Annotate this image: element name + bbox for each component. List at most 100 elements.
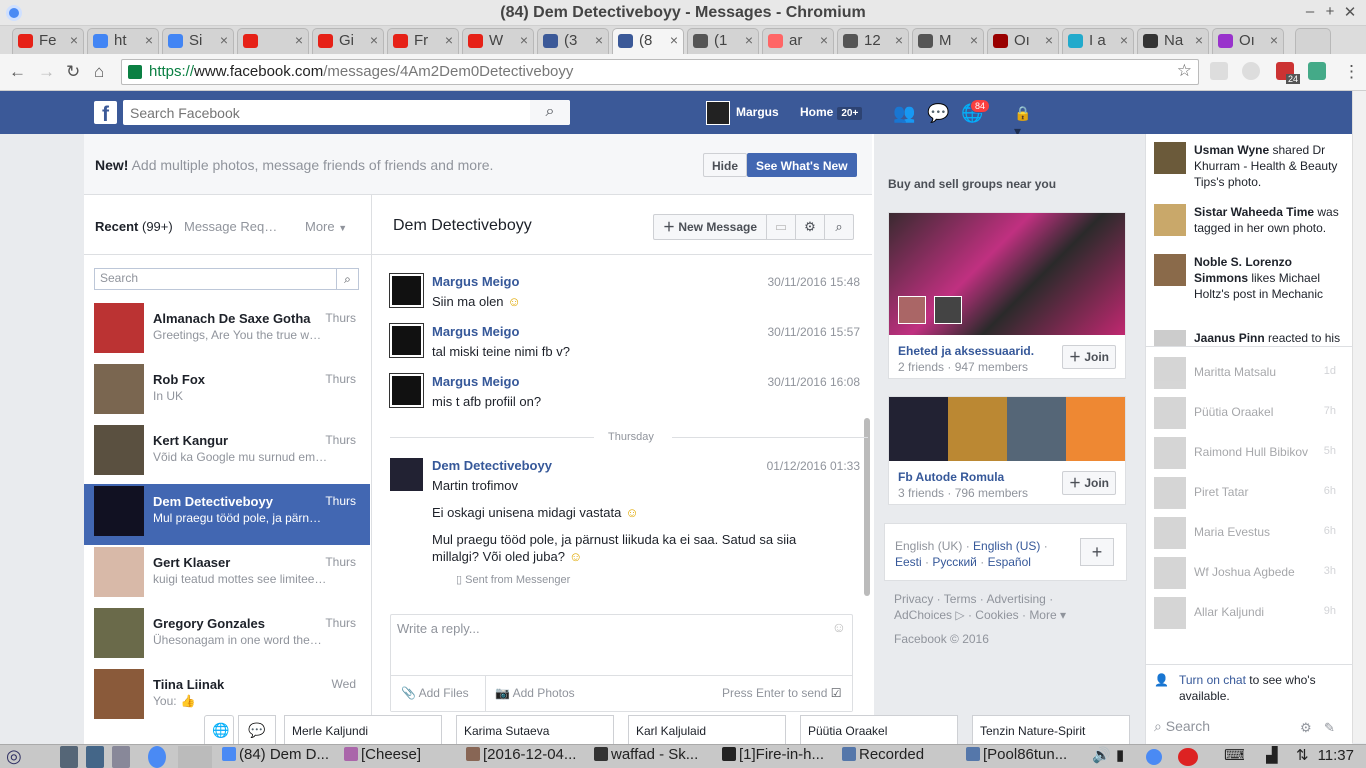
messages-icon[interactable]: 💬 (927, 104, 949, 122)
tab-9[interactable]: (1 × (687, 28, 759, 54)
conversation-item[interactable]: Kert Kangur Võid ka Google mu surnud em… T… (84, 423, 370, 484)
press-enter-toggle[interactable]: Press Enter to send ☑ (722, 686, 842, 700)
gear-icon[interactable]: ⚙ (795, 215, 824, 239)
stop-icon[interactable] (1178, 748, 1198, 766)
turn-on-chat-link[interactable]: Turn on chat (1179, 673, 1246, 687)
checkbox-icon[interactable]: ☑ (831, 686, 842, 700)
add-photos-button[interactable]: 📷 Add Photos (495, 686, 575, 700)
battery-icon[interactable]: ▮ (1116, 746, 1136, 768)
compose-icon[interactable]: ✎ (1324, 720, 1335, 736)
close-tab-icon[interactable]: × (820, 32, 828, 48)
taskbar-window[interactable]: [Cheese] (344, 746, 462, 768)
tab-8[interactable]: (8 × (612, 28, 684, 54)
taskbar-window[interactable]: (84) Dem D... (222, 746, 340, 768)
new-message-button[interactable]: ＋ New Message (654, 215, 766, 239)
maximize-icon[interactable]: + (1320, 3, 1340, 20)
conversation-item[interactable]: Gert Klaaser kuigi teatud mottes see limi… (84, 545, 370, 606)
chat-tab[interactable]: Karl Kaljulaid (628, 715, 786, 744)
language-link[interactable]: English (US) (973, 539, 1040, 553)
gear-icon[interactable]: ⚙ (1300, 720, 1312, 736)
close-tab-icon[interactable]: × (145, 32, 153, 48)
ticker-item[interactable]: Jaanus Pinn reacted to his (1154, 330, 1344, 346)
message-author[interactable]: Margus Meigo (432, 374, 519, 389)
tab-7[interactable]: (3 × (537, 28, 609, 54)
tab-15[interactable]: Na × (1137, 28, 1209, 54)
close-tab-icon[interactable]: × (370, 32, 378, 48)
footer-link[interactable]: Terms (944, 592, 977, 606)
chat-contact[interactable]: Püütia Oraakel 7h (1154, 397, 1344, 429)
conversation-item[interactable]: Dem Detectiveboyy Mul praegu tööd pole, j… (84, 484, 370, 545)
emoji-icon[interactable]: ☺ (832, 619, 846, 635)
footer-link[interactable]: AdChoices (894, 608, 952, 622)
chat-contact[interactable]: Maria Evestus 6h (1154, 517, 1344, 549)
chat-contact[interactable]: Allar Kaljundi 9h (1154, 597, 1344, 629)
start-menu-icon[interactable]: ◎ (6, 746, 40, 768)
footer-link[interactable]: Cookies (975, 608, 1018, 622)
ticker-item[interactable]: Usman Wyne shared Dr Khurram - Health & … (1154, 142, 1344, 190)
nav-profile[interactable]: Margus (706, 101, 779, 125)
tab-16[interactable]: Oı × (1212, 28, 1284, 54)
tab-0[interactable]: Fe × (12, 28, 84, 54)
language-link[interactable]: Eesti (895, 555, 922, 569)
volume-icon[interactable]: 🔊 (1092, 746, 1112, 768)
tab-5[interactable]: Fr × (387, 28, 459, 54)
signal-icon[interactable]: ▟ (1266, 746, 1286, 768)
chat-tab[interactable]: Karima Sutaeva (456, 715, 614, 744)
quick-help-icon[interactable]: 🔒▾ (1014, 104, 1034, 139)
message-author[interactable]: Margus Meigo (432, 324, 519, 339)
close-window-icon[interactable]: ✕ (1340, 3, 1360, 21)
taskbar-window[interactable]: [2016-12-04... (466, 746, 584, 768)
facebook-logo-icon[interactable]: f (94, 101, 117, 126)
message-author[interactable]: Dem Detectiveboyy (432, 458, 552, 473)
language-link[interactable]: Русский (932, 555, 977, 569)
chat-contact[interactable]: Piret Tatar 6h (1154, 477, 1344, 509)
add-files-button[interactable]: 📎 Add Files (401, 686, 469, 700)
close-tab-icon[interactable]: × (520, 32, 528, 48)
minimize-icon[interactable]: – (1300, 3, 1320, 20)
chromium-tray-icon[interactable] (1146, 749, 1162, 765)
tab-14[interactable]: I a × (1062, 28, 1134, 54)
tab-message-requests[interactable]: Message Req… (184, 219, 277, 234)
close-tab-icon[interactable]: × (745, 32, 753, 48)
url-bar[interactable]: https://www.facebook.com/messages/4Am2De… (121, 59, 1199, 85)
join-button[interactable]: ＋ Join (1062, 471, 1116, 495)
more-dropdown[interactable]: More ▼ (305, 219, 347, 234)
tab-2[interactable]: Si × (162, 28, 234, 54)
new-tab-button[interactable] (1295, 28, 1331, 54)
tab-10[interactable]: ar × (762, 28, 834, 54)
conversation-search-input[interactable]: Search ⌕ (94, 268, 359, 290)
close-tab-icon[interactable]: × (1270, 32, 1278, 48)
video-call-icon[interactable]: ▭ (766, 215, 795, 239)
app-icon[interactable] (86, 746, 104, 768)
search-icon[interactable]: ⌕ (824, 215, 853, 239)
tab-13[interactable]: Oı × (987, 28, 1059, 54)
chat-search-input[interactable]: ⌕ Search (1154, 718, 1210, 735)
file-manager-icon[interactable] (60, 746, 78, 768)
tab-6[interactable]: W × (462, 28, 534, 54)
home-icon[interactable]: ⌂ (94, 62, 104, 82)
close-tab-icon[interactable]: × (895, 32, 903, 48)
search-icon[interactable]: ⌕ (336, 269, 358, 289)
chat-icon[interactable]: 💬 (238, 715, 276, 744)
footer-link[interactable]: Privacy (894, 592, 933, 606)
globe-icon[interactable]: 🌐 (204, 715, 234, 744)
friend-requests-icon[interactable]: 👥 (893, 104, 915, 122)
chat-tab[interactable]: Püütia Oraakel (800, 715, 958, 744)
menu-icon[interactable]: ⋮ (1343, 62, 1360, 82)
close-tab-icon[interactable]: × (70, 32, 78, 48)
close-tab-icon[interactable]: × (670, 32, 678, 48)
network-icon[interactable]: ⇅ (1296, 746, 1316, 768)
group-name[interactable]: Eheted ja aksessuaarid. (898, 344, 1034, 358)
chat-tab[interactable]: Merle Kaljundi (284, 715, 442, 744)
join-button[interactable]: ＋ Join (1062, 345, 1116, 369)
forward-icon[interactable]: → (38, 62, 55, 82)
footer-link[interactable]: Advertising (986, 592, 1045, 606)
extension-color-icon[interactable] (1308, 62, 1326, 80)
extension-id-icon[interactable] (1210, 62, 1228, 80)
close-tab-icon[interactable]: × (445, 32, 453, 48)
conversation-item[interactable]: Rob Fox In UK Thurs (84, 362, 370, 423)
reply-input[interactable]: Write a reply... (397, 621, 480, 636)
group-card[interactable]: Fb Autode Romula 3 friends · 796 members… (888, 396, 1126, 505)
close-tab-icon[interactable]: × (1120, 32, 1128, 48)
language-link[interactable]: Español (988, 555, 1031, 569)
